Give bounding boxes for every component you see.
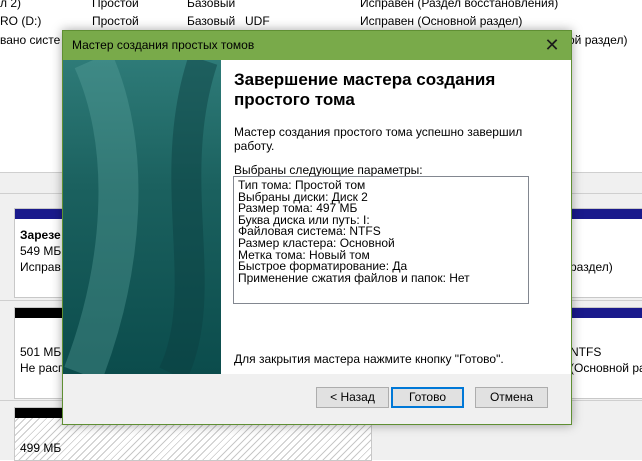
partition-bar (15, 308, 66, 318)
partition-size: 501 МБ (20, 345, 62, 359)
partition-label: Зарезе (20, 228, 61, 242)
wizard-content: Завершение мастера создания простого том… (63, 60, 571, 374)
wizard-side-banner (63, 60, 221, 374)
partition-bar (569, 308, 642, 318)
wizard-dialog: Мастер создания простых томов ✕ Завершен… (62, 30, 572, 425)
partition-bar (569, 209, 642, 219)
wizard-heading: Завершение мастера создания простого том… (234, 70, 496, 109)
close-instruction: Для закрытия мастера нажмите кнопку "Гот… (234, 352, 504, 366)
partition-fs: NTFS (570, 345, 602, 359)
close-button[interactable]: ✕ (541, 35, 563, 55)
back-button[interactable]: < Назад (316, 387, 389, 408)
cancel-button[interactable]: Отмена (475, 387, 548, 408)
param-line: Применение сжатия файлов и папок: Нет (238, 270, 470, 285)
partition-status: Не расп (20, 361, 65, 375)
partition-status: Исправ (20, 260, 61, 274)
banner-graphic (64, 60, 218, 374)
params-summary-box[interactable]: Тип тома: Простой том Выбраны диски: Дис… (233, 176, 529, 304)
dialog-title: Мастер создания простых томов (72, 38, 255, 52)
finish-button[interactable]: Готово (391, 387, 464, 408)
close-icon: ✕ (544, 35, 560, 55)
partition-status: раздел) (570, 260, 613, 274)
partition-size: 549 МБ (20, 244, 62, 258)
params-label: Выбраны следующие параметры: (234, 163, 423, 177)
partition-status: (Основной раздел (570, 361, 642, 375)
dialog-titlebar[interactable]: Мастер создания простых томов ✕ (63, 31, 571, 60)
partition-bar (15, 209, 66, 219)
partition-right[interactable] (568, 208, 642, 298)
success-message: Мастер создания простого тома успешно за… (234, 125, 523, 153)
partition-size: 499 МБ (20, 441, 62, 455)
